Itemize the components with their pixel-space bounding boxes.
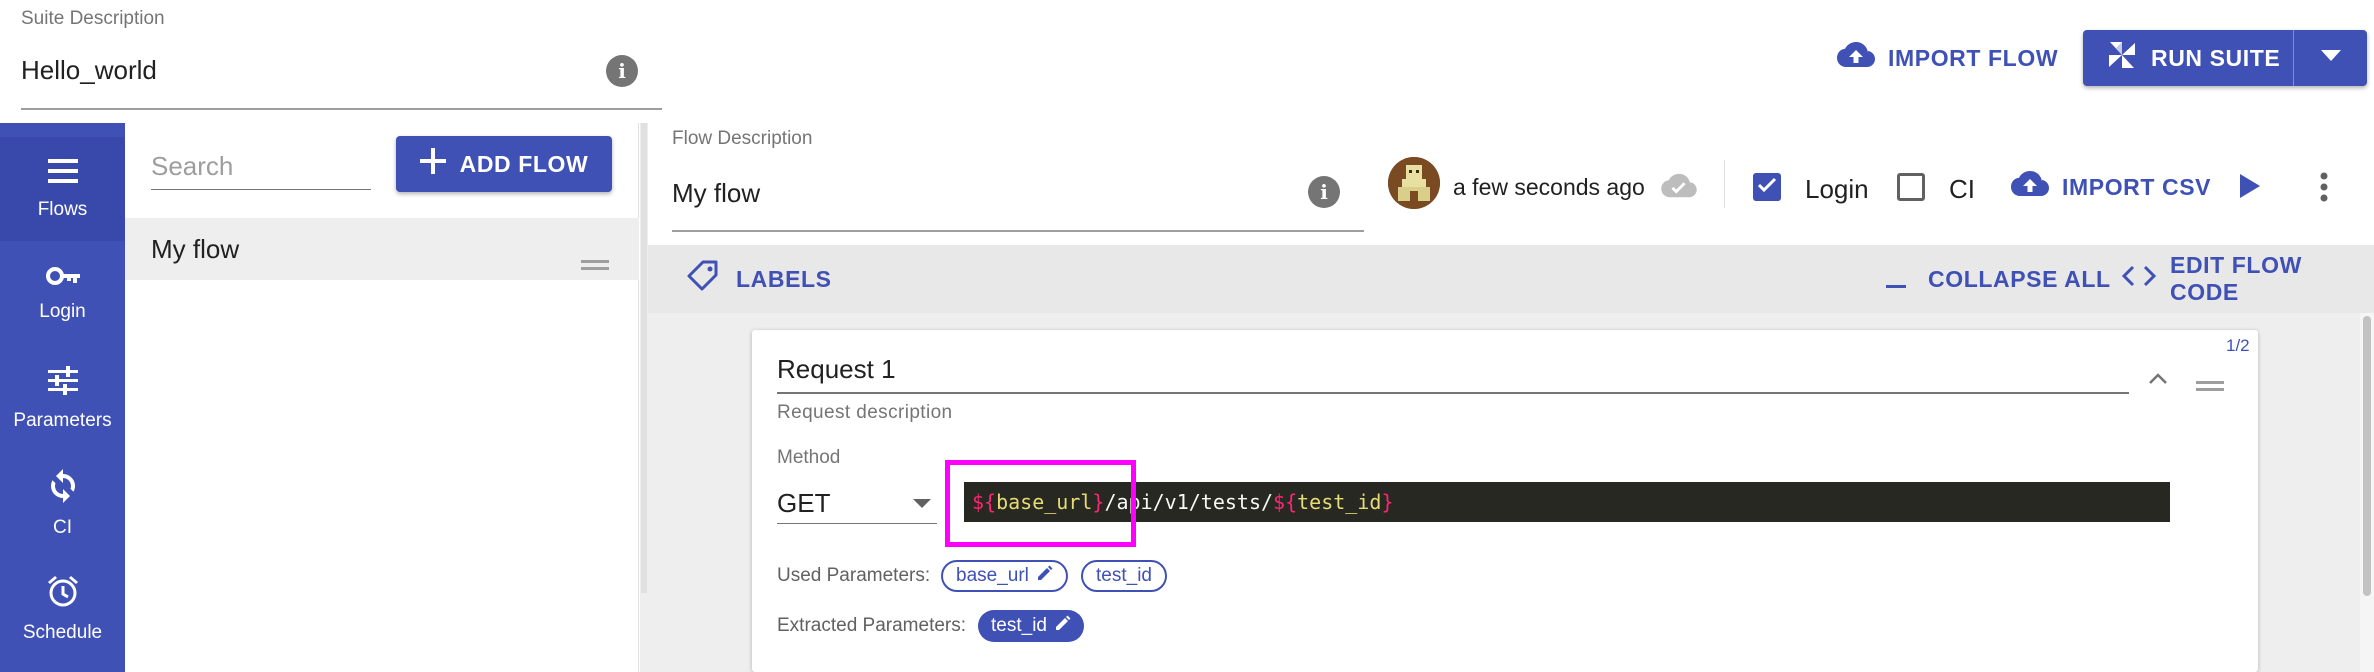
minimize-icon [1886, 261, 1906, 297]
url-code-editor[interactable]: ${base_url}/api/v1/tests/${test_id} [964, 482, 2170, 522]
nav-item-label: CI [53, 517, 72, 538]
used-parameters-label: Used Parameters: [777, 565, 931, 586]
add-flow-button[interactable]: ADD FLOW [396, 136, 612, 192]
suite-description-underline [21, 108, 662, 110]
labels-button[interactable]: LABELS [686, 258, 832, 300]
url-token: test_id [1297, 490, 1382, 514]
request-counter: 1/2 [2226, 336, 2250, 355]
nav-item-label: Parameters [13, 410, 112, 431]
panel-scrollbar-thumb[interactable] [641, 123, 647, 593]
avatar [1388, 157, 1440, 209]
main-scrollbar-thumb[interactable] [2363, 316, 2371, 596]
play-icon[interactable] [2240, 174, 2260, 203]
flow-description-underline [672, 230, 1364, 232]
flow-toolbar [648, 245, 2374, 313]
tag-icon [686, 259, 720, 299]
run-suite-button[interactable]: RUN SUITE [2083, 30, 2293, 86]
request-title-input[interactable]: Request 1 [777, 354, 896, 385]
url-token: } [1381, 490, 1394, 514]
navigation-rail: Flows Login Parameters CI Schedule [0, 123, 125, 672]
url-token: ${ [972, 490, 997, 514]
drag-handle-icon[interactable] [581, 246, 609, 277]
edit-flow-code-label: EDIT FLOW CODE [2170, 252, 2302, 305]
caret-down-icon [913, 499, 931, 508]
request-title-underline [777, 392, 2129, 394]
collapse-all-label: COLLAPSE ALL [1928, 265, 2111, 292]
flow-list-item-name: My flow [151, 233, 240, 264]
flows-panel [125, 123, 639, 672]
method-label: Method [777, 447, 841, 468]
url-token: ${ [1273, 490, 1298, 514]
drag-handle-icon[interactable] [2196, 378, 2224, 396]
search-input[interactable] [151, 144, 371, 190]
url-token: base_url [996, 490, 1093, 514]
url-token: } [1092, 490, 1105, 514]
info-icon[interactable]: i [1308, 176, 1340, 208]
header-divider [1724, 160, 1725, 208]
collapse-all-button[interactable]: COLLAPSE ALL [1886, 258, 2111, 300]
url-token: /api/v1/tests/ [1104, 490, 1274, 514]
chip-label: base_url [956, 565, 1029, 586]
nav-item-parameters[interactable]: Parameters [0, 347, 125, 451]
chip-label: test_id [991, 615, 1047, 636]
pencil-icon[interactable] [1055, 615, 1071, 637]
nav-item-label: Flows [37, 199, 88, 220]
labels-label: LABELS [736, 265, 832, 292]
nav-item-flows[interactable]: Flows [0, 137, 125, 241]
sync-icon [48, 469, 78, 509]
login-checkbox[interactable] [1753, 173, 1781, 201]
pinwheel-icon [2107, 40, 2137, 76]
caret-down-icon [2320, 49, 2341, 67]
ci-checkbox-label: CI [1949, 174, 1975, 204]
chip-label: test_id [1096, 565, 1152, 586]
suite-description-label: Suite Description [21, 8, 165, 29]
edit-flow-code-button[interactable]: EDIT FLOW CODE [2121, 252, 2374, 305]
import-flow-label: IMPORT FLOW [1888, 44, 2059, 71]
parameter-chip-test-id[interactable]: test_id [1081, 560, 1167, 592]
list-icon [47, 157, 78, 191]
run-suite-label: RUN SUITE [2151, 44, 2281, 71]
sliders-icon [47, 366, 78, 402]
method-value: GET [777, 488, 831, 518]
pencil-icon[interactable] [1037, 565, 1053, 587]
key-icon [45, 265, 80, 293]
import-flow-button[interactable]: IMPORT FLOW [1836, 34, 2058, 82]
more-vert-icon[interactable] [2320, 172, 2328, 207]
import-csv-button[interactable]: IMPORT CSV [2010, 163, 2211, 211]
flow-list-item[interactable]: My flow [125, 218, 639, 280]
nav-item-login[interactable]: Login [0, 242, 125, 346]
run-suite-button-group: RUN SUITE [2083, 30, 2367, 86]
nav-item-label: Schedule [22, 622, 103, 643]
flow-description-input[interactable]: My flow [672, 178, 760, 209]
method-select[interactable]: GET [777, 484, 937, 524]
flow-description-label: Flow Description [672, 128, 813, 149]
login-checkbox-label: Login [1805, 174, 1869, 204]
nav-item-ci[interactable]: CI [0, 452, 125, 556]
extracted-parameters-label: Extracted Parameters: [777, 615, 967, 636]
request-description-input[interactable]: Request description [777, 402, 953, 424]
alarm-clock-icon [46, 574, 80, 614]
nav-item-schedule[interactable]: Schedule [0, 557, 125, 661]
run-suite-dropdown-button[interactable] [2294, 30, 2367, 86]
info-icon[interactable]: i [606, 55, 638, 87]
last-updated-text: a few seconds ago [1453, 174, 1645, 200]
check-icon [1757, 177, 1777, 198]
add-flow-label: ADD FLOW [459, 150, 589, 177]
cloud-upload-icon [2010, 169, 2050, 205]
ci-checkbox[interactable] [1897, 173, 1925, 201]
code-icon [2121, 265, 2157, 293]
parameter-chip-base-url[interactable]: base_url [941, 560, 1068, 592]
nav-item-label: Login [39, 301, 86, 322]
suite-description-input[interactable]: Hello_world [21, 55, 157, 86]
extracted-parameter-chip-test-id[interactable]: test_id [978, 610, 1084, 642]
cloud-done-icon [1660, 172, 1698, 205]
chevron-up-icon[interactable] [2148, 372, 2168, 390]
cloud-upload-icon [1836, 40, 1876, 76]
plus-icon [419, 148, 446, 180]
import-csv-label: IMPORT CSV [2062, 173, 2212, 200]
